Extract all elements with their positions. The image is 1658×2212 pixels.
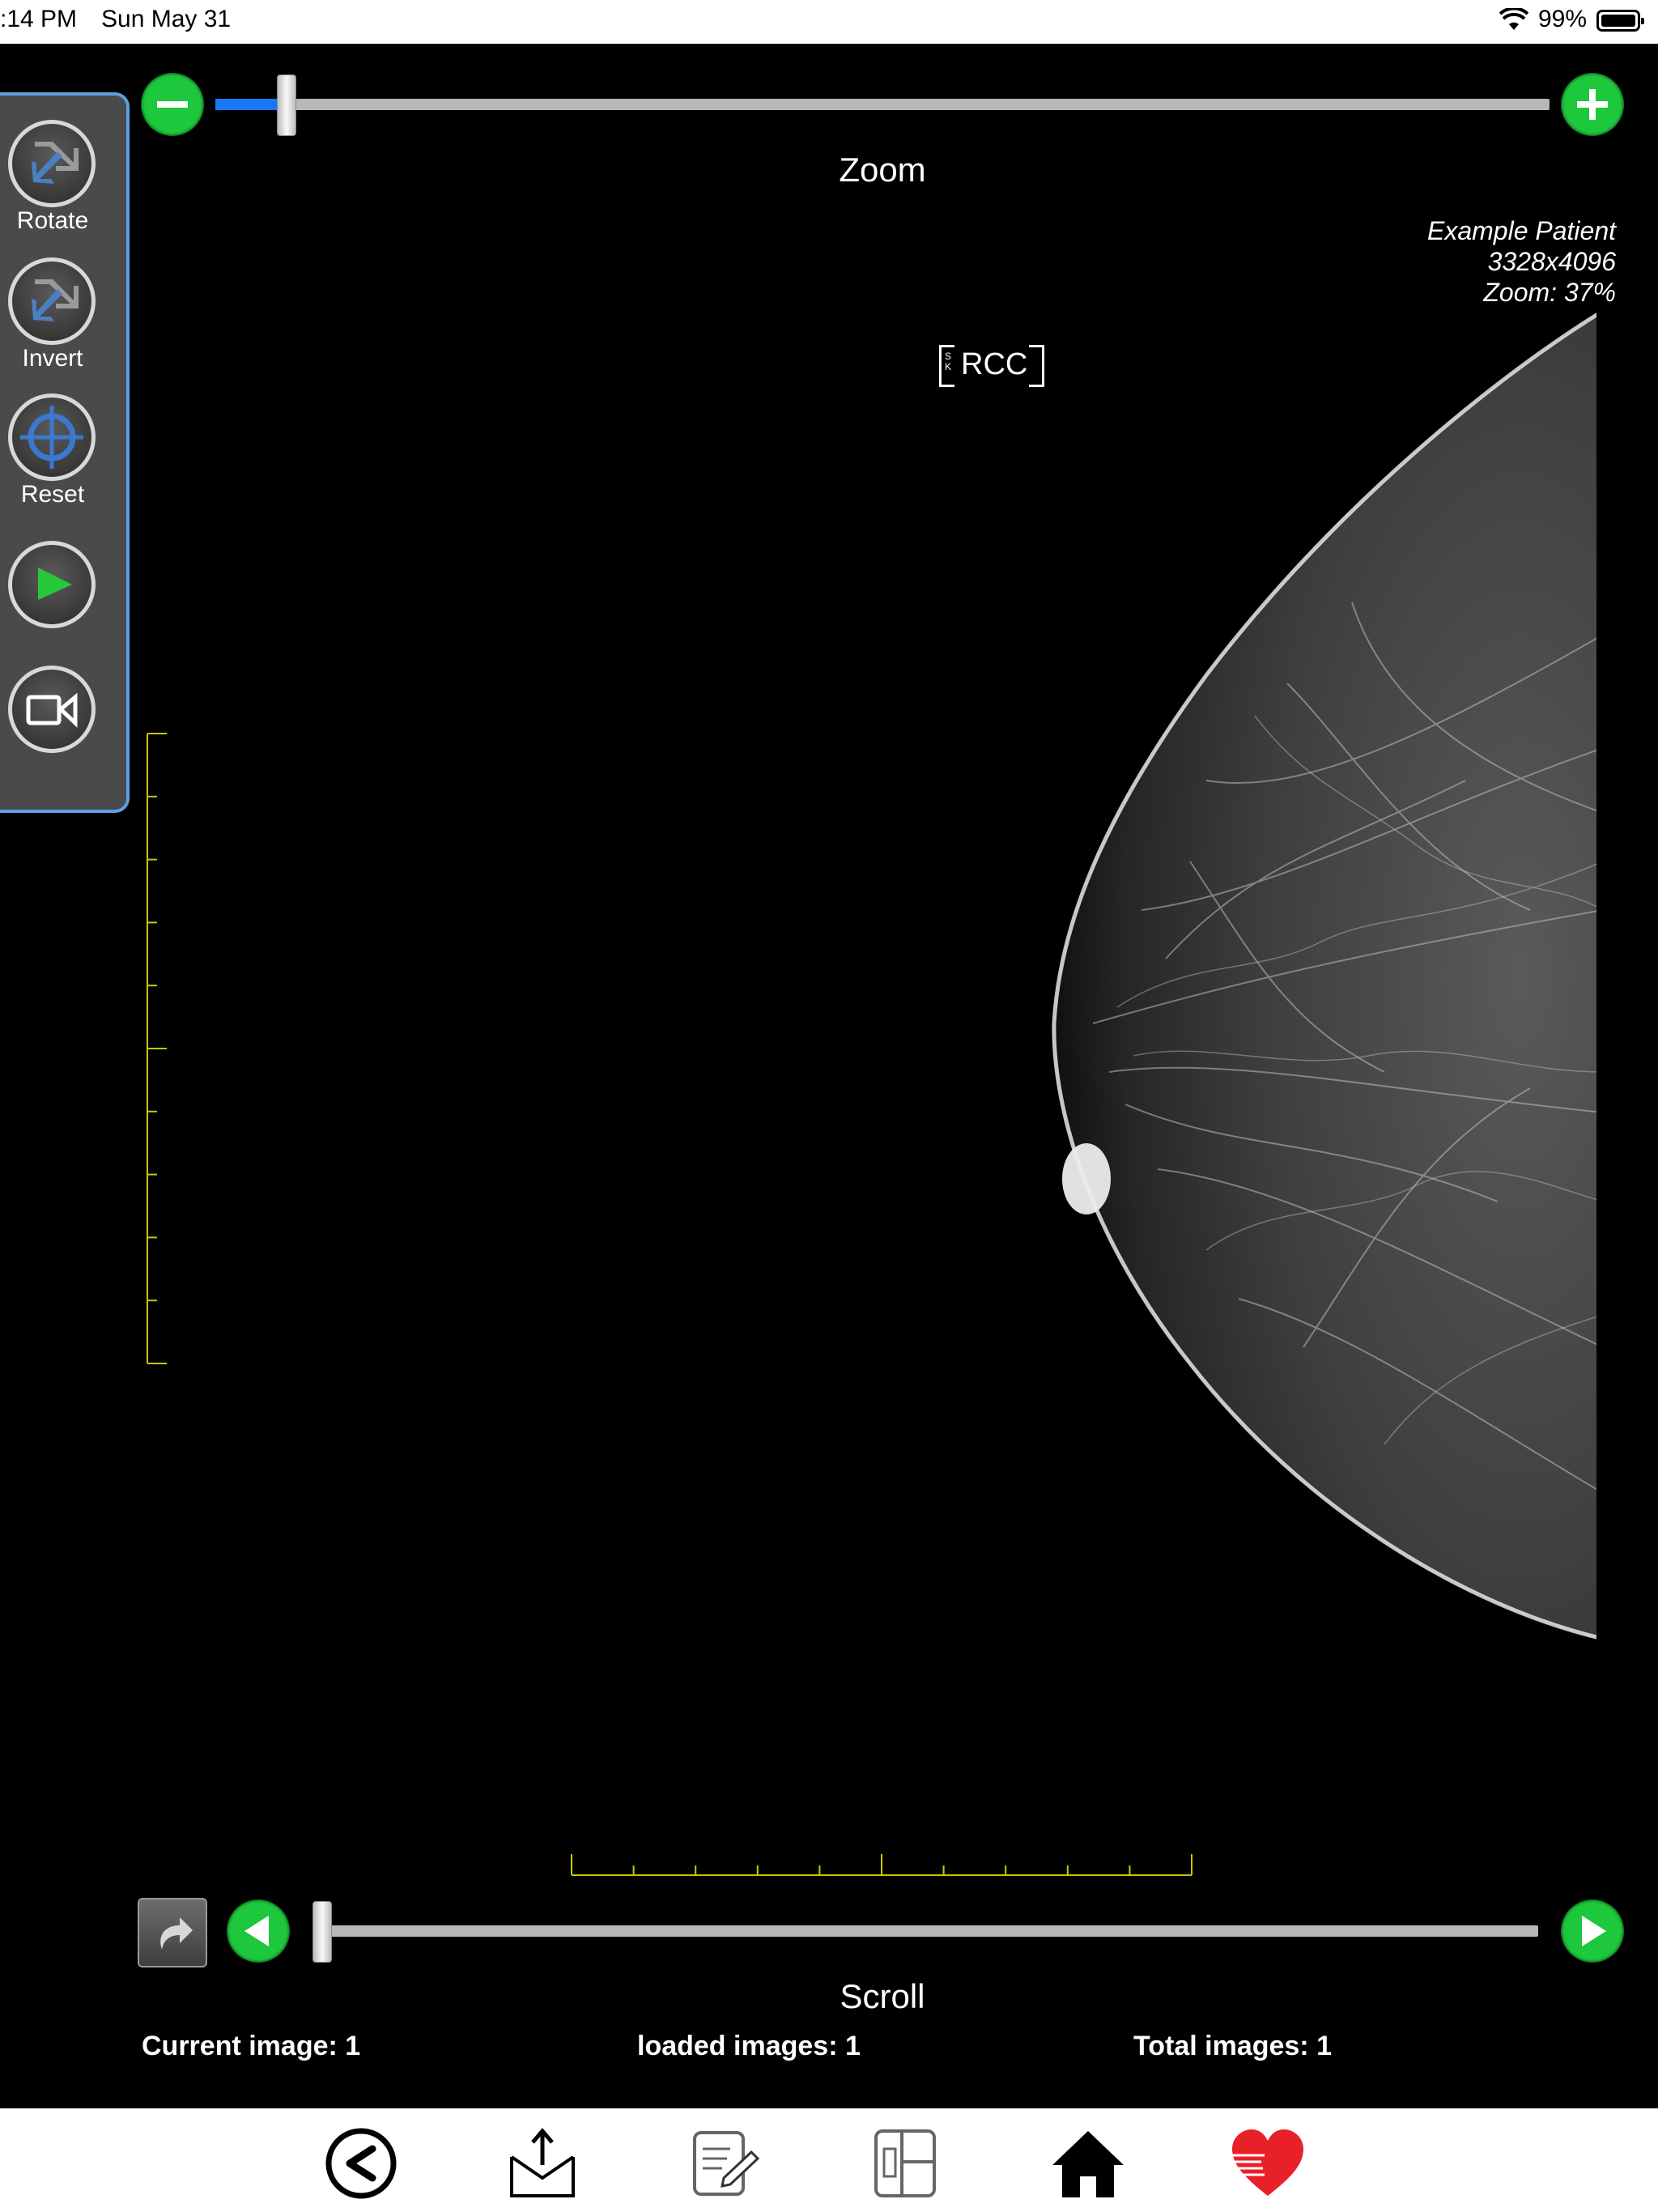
orientation-marker: S K [939, 345, 954, 387]
vertical-ruler [147, 733, 167, 1364]
notes-button[interactable] [685, 2125, 763, 2202]
scroll-label: Scroll [840, 1977, 925, 2015]
battery-icon [1596, 10, 1644, 32]
triangle-left-icon [244, 1916, 269, 1946]
zoom-out-button[interactable] [141, 73, 204, 136]
rotate-icon[interactable] [8, 120, 96, 207]
current-image-count: Current image: 1 [142, 2031, 361, 2061]
status-date: Sun May 31 [101, 6, 232, 32]
minus-icon [157, 101, 188, 108]
reset-label: Reset [20, 481, 85, 508]
back-button[interactable] [322, 2125, 400, 2202]
total-images-count: Total images: 1 [1133, 2031, 1332, 2061]
view-label: S K RCC [939, 345, 1045, 387]
image-dimensions: 3328x4096 [1487, 247, 1616, 276]
image-info: Example Patient 3328x4096 Zoom: 37% [1427, 215, 1616, 308]
bottom-toolbar [0, 2108, 1658, 2212]
plus-icon [1577, 89, 1608, 120]
app-logo-button[interactable] [1229, 2125, 1307, 2202]
zoom-label: Zoom [839, 151, 926, 189]
redo-button[interactable] [138, 1898, 207, 1967]
invert-icon[interactable] [8, 257, 96, 345]
zoom-in-button[interactable] [1561, 73, 1624, 136]
patient-name: Example Patient [1426, 216, 1616, 245]
image-viewer[interactable]: Rotate Invert Reset Zoom Example Patient… [0, 44, 1658, 2108]
share-button[interactable] [504, 2125, 581, 2202]
heart-logo-icon [1229, 2129, 1303, 2196]
invert-tool[interactable]: Invert [0, 257, 113, 387]
play-tool[interactable] [0, 541, 113, 638]
video-camera-icon[interactable] [8, 666, 96, 753]
scroll-slider-thumb[interactable] [312, 1901, 332, 1963]
horizontal-ruler [571, 1854, 1192, 1876]
rotate-label: Rotate [16, 207, 89, 234]
rotate-tool[interactable]: Rotate [0, 120, 113, 249]
redo-arrow-icon [160, 1917, 193, 1950]
view-bracket-right [1029, 345, 1045, 387]
notes-icon [693, 2131, 760, 2196]
wifi-icon [1499, 8, 1528, 30]
zoom-track[interactable] [215, 99, 1550, 110]
layout-icon [874, 2129, 936, 2197]
next-image-button[interactable] [1561, 1899, 1624, 1963]
status-bar: :14 PM Sun May 31 99% [0, 0, 1658, 44]
scroll-track[interactable] [319, 1925, 1538, 1937]
battery-percent: 99% [1538, 6, 1588, 32]
home-button[interactable] [1049, 2125, 1127, 2202]
layout-button[interactable] [866, 2125, 944, 2202]
zoom-track-fill [215, 99, 286, 110]
triangle-right-icon [1582, 1916, 1606, 1946]
zoom-slider-thumb[interactable] [277, 74, 297, 136]
previous-image-button[interactable] [227, 1899, 290, 1963]
reset-tool[interactable]: Reset [0, 393, 113, 523]
status-time: :14 PM [0, 6, 78, 32]
share-icon [510, 2128, 575, 2197]
video-tool[interactable] [0, 666, 113, 763]
mammogram-image[interactable] [1044, 295, 1603, 1679]
loaded-images-count: loaded images: 1 [637, 2031, 861, 2061]
view-label-text: RCC [961, 347, 1028, 382]
crosshair-icon[interactable] [8, 393, 96, 481]
invert-label: Invert [22, 345, 83, 372]
home-icon [1052, 2131, 1124, 2197]
tool-panel: Rotate Invert Reset [0, 92, 130, 813]
back-icon [325, 2128, 397, 2199]
play-icon[interactable] [8, 541, 96, 628]
orientation-letters: S K [945, 351, 952, 372]
